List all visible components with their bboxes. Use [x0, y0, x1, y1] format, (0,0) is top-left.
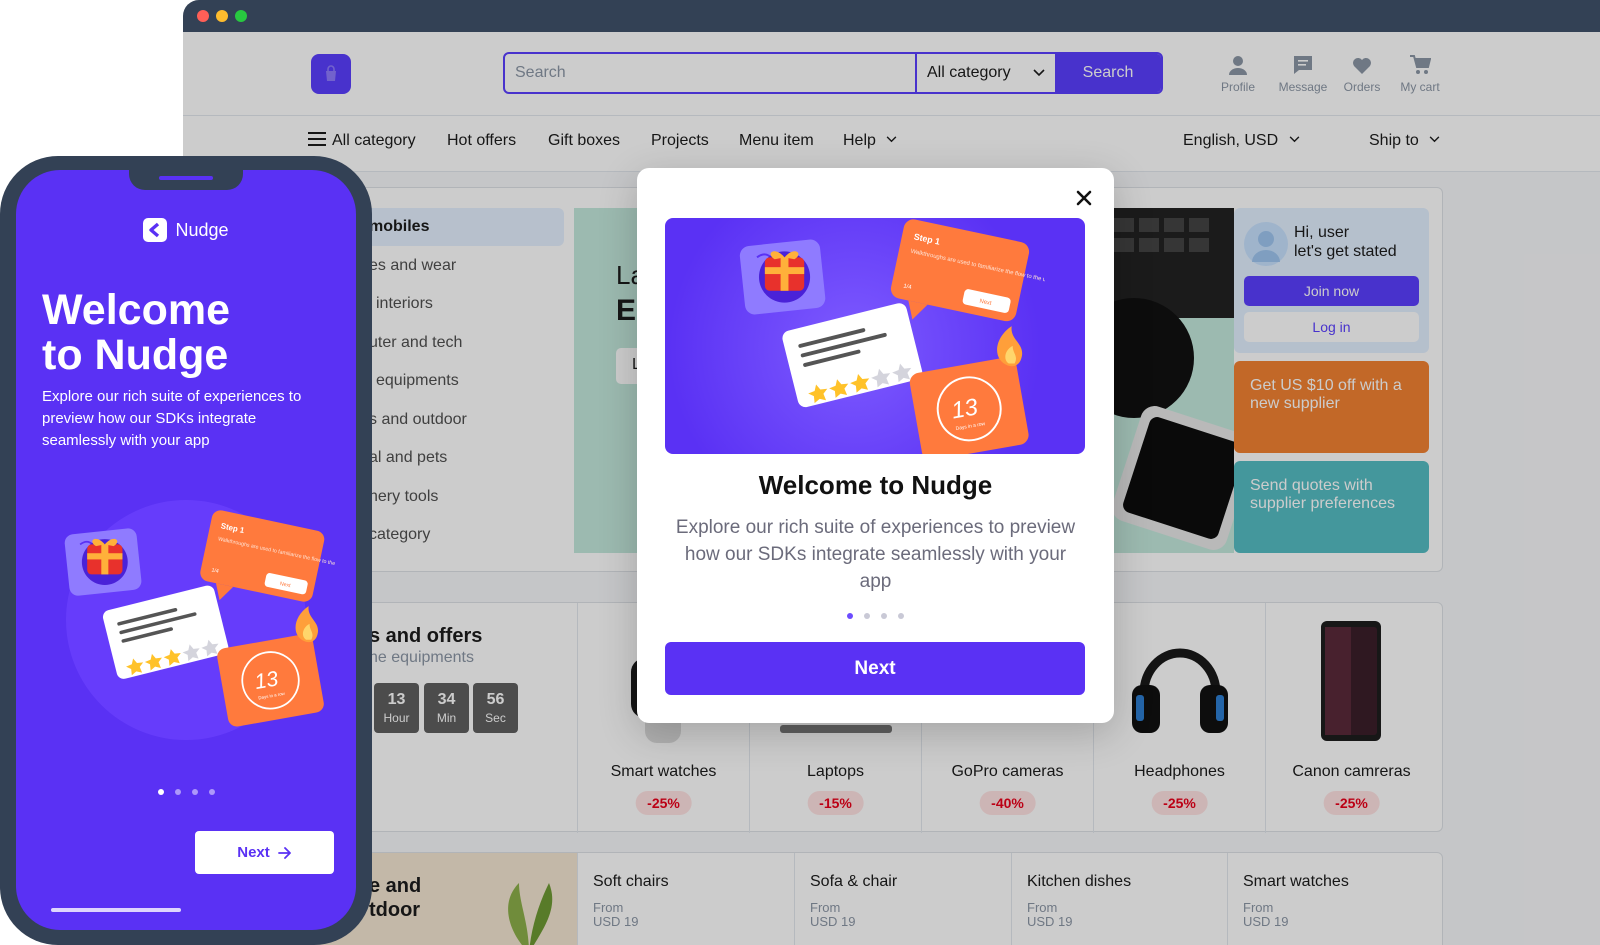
phone-pagination: [16, 789, 356, 795]
nudge-logo-icon: [143, 218, 168, 242]
modal-hero-illustration: [665, 218, 1085, 454]
phone-speaker: [159, 176, 213, 180]
phone-next-button[interactable]: Next: [195, 831, 334, 874]
phone-notch: [129, 170, 243, 190]
window-titlebar: [183, 0, 1600, 32]
phone-description: Explore our rich suite of experiences to…: [42, 388, 302, 449]
phone-frame: Nudge Welcome to Nudge Explore our rich …: [0, 156, 372, 945]
phone-hero-illustration: [62, 500, 336, 740]
close-icon[interactable]: [1072, 186, 1096, 210]
phone-title-line1: Welcome: [42, 286, 230, 334]
modal-description: Explore our rich suite of experiences to…: [675, 517, 1076, 592]
modal-pagination-dot[interactable]: [898, 613, 904, 619]
home-indicator: [51, 908, 181, 912]
nudge-illustration: [737, 218, 1045, 454]
modal-pagination: [637, 613, 1114, 619]
onboarding-modal: Welcome to Nudge Explore our rich suite …: [637, 168, 1114, 723]
phone-next-label: Next: [237, 844, 270, 861]
nudge-brand: Nudge: [16, 218, 356, 242]
modal-title: Welcome to Nudge: [758, 470, 993, 500]
arrow-right-icon: [277, 846, 291, 859]
phone-pagination-dot[interactable]: [208, 789, 215, 795]
phone-title-line2: to Nudge: [42, 331, 229, 379]
phone-pagination-dot[interactable]: [157, 789, 164, 795]
modal-next-button[interactable]: Next: [665, 642, 1085, 695]
modal-pagination-dot[interactable]: [864, 613, 870, 619]
brand-name: Nudge: [175, 219, 229, 240]
phone-pagination-dot[interactable]: [191, 789, 198, 795]
phone-screen: Nudge Welcome to Nudge Explore our rich …: [16, 170, 356, 930]
maximize-window-button[interactable]: [235, 10, 247, 22]
close-window-button[interactable]: [197, 10, 209, 22]
minimize-window-button[interactable]: [216, 10, 228, 22]
phone-title: Welcome to Nudge: [42, 288, 332, 378]
phone-pagination-dot[interactable]: [174, 789, 181, 795]
modal-pagination-dot[interactable]: [881, 613, 887, 619]
modal-pagination-dot[interactable]: [847, 613, 853, 619]
